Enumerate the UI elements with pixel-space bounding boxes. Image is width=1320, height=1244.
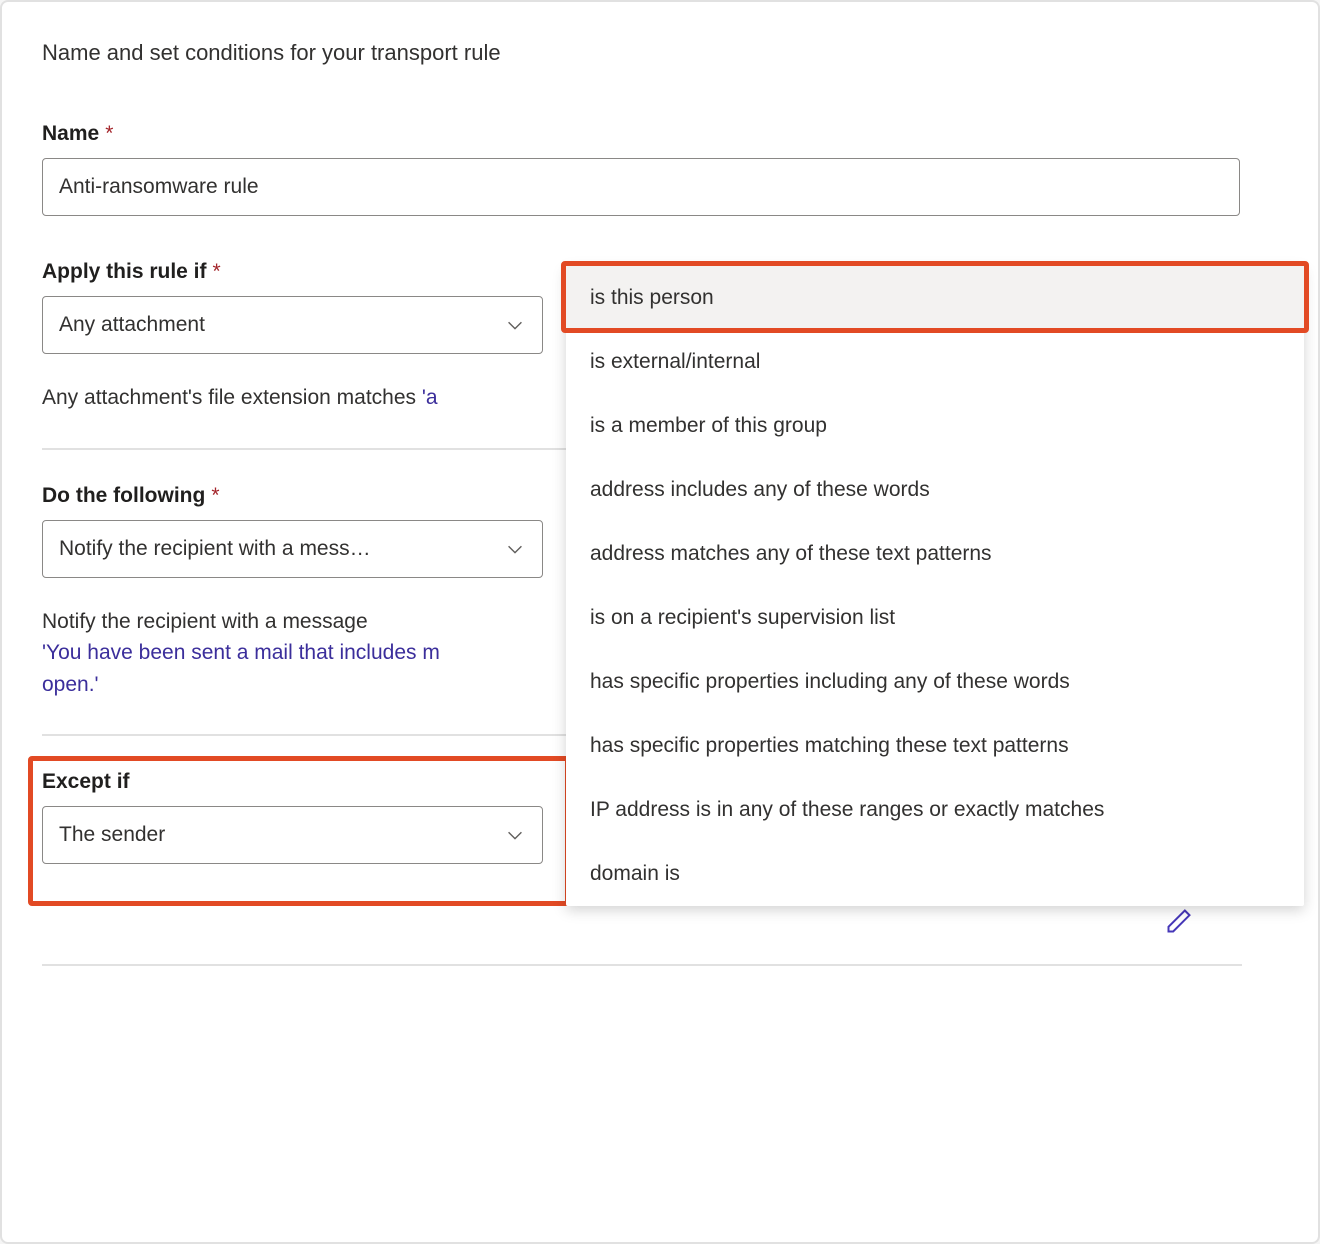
do-following-selected: Notify the recipient with a mess… <box>59 537 504 561</box>
dropdown-item-is-this-person[interactable]: is this person <box>566 266 1304 330</box>
do-desc-value[interactable]: 'You have been sent a mail that includes… <box>42 641 440 664</box>
do-following-label-text: Do the following <box>42 484 205 508</box>
dropdown-item-properties-patterns[interactable]: has specific properties matching these t… <box>566 714 1304 778</box>
except-if-label-text: Except if <box>42 770 130 794</box>
transport-rule-form: Name and set conditions for your transpo… <box>0 0 1320 1244</box>
dropdown-item-address-matches-patterns[interactable]: address matches any of these text patter… <box>566 522 1304 586</box>
apply-rule-selected: Any attachment <box>59 313 504 337</box>
do-following-select[interactable]: Notify the recipient with a mess… <box>42 520 543 578</box>
chevron-down-icon <box>504 314 526 336</box>
name-input[interactable] <box>42 158 1240 216</box>
apply-rule-description: Any attachment's file extension matches … <box>42 382 542 414</box>
do-following-description: Notify the recipient with a message 'You… <box>42 606 542 701</box>
apply-rule-desc-prefix: Any attachment's file extension matches <box>42 386 422 409</box>
name-label: Name * <box>42 122 1278 146</box>
chevron-down-icon <box>504 824 526 846</box>
page-heading: Name and set conditions for your transpo… <box>42 40 1278 66</box>
section-divider <box>42 964 1242 966</box>
except-sender-select[interactable]: The sender <box>42 806 543 864</box>
dropdown-item-properties-words[interactable]: has specific properties including any of… <box>566 650 1304 714</box>
name-label-text: Name <box>42 122 99 146</box>
dropdown-item-address-includes-words[interactable]: address includes any of these words <box>566 458 1304 522</box>
required-indicator: * <box>213 260 221 284</box>
pencil-icon <box>1165 907 1193 935</box>
chevron-down-icon <box>504 538 526 560</box>
dropdown-item-supervision-list[interactable]: is on a recipient's supervision list <box>566 586 1304 650</box>
do-desc-suffix[interactable]: open.' <box>42 673 99 696</box>
required-indicator: * <box>211 484 219 508</box>
sender-condition-dropdown: is this person is external/internal is a… <box>566 266 1304 906</box>
dropdown-item-member-of-group[interactable]: is a member of this group <box>566 394 1304 458</box>
apply-rule-label-text: Apply this rule if <box>42 260 207 284</box>
except-sender-selected: The sender <box>59 823 504 847</box>
required-indicator: * <box>105 122 113 146</box>
apply-rule-select[interactable]: Any attachment <box>42 296 543 354</box>
do-desc-prefix: Notify the recipient with a message <box>42 610 368 633</box>
apply-rule-desc-value[interactable]: 'a <box>422 386 438 409</box>
edit-condition-button[interactable] <box>1162 904 1196 938</box>
dropdown-item-ip-ranges[interactable]: IP address is in any of these ranges or … <box>566 778 1304 842</box>
name-field-group: Name * <box>42 122 1278 216</box>
dropdown-item-domain-is[interactable]: domain is <box>566 842 1304 906</box>
dropdown-item-external-internal[interactable]: is external/internal <box>566 330 1304 394</box>
